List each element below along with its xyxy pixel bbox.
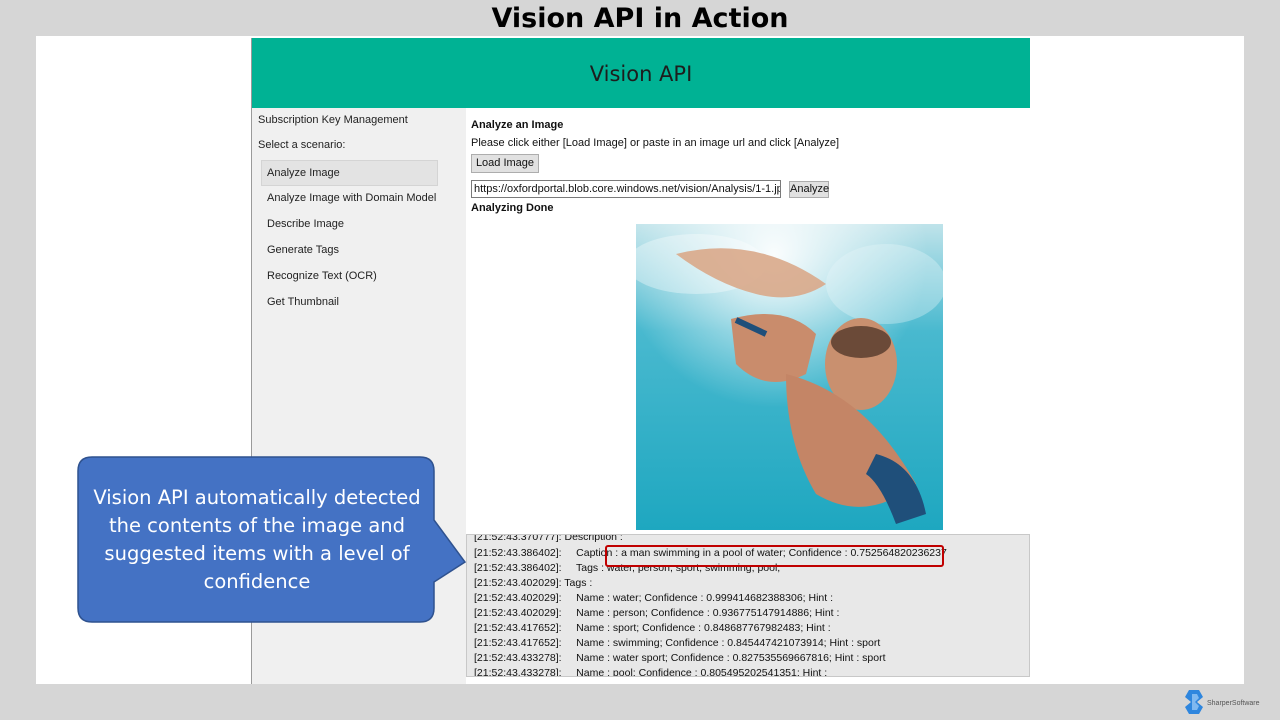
log-line: [21:52:43.370777]: Description : [474,534,623,543]
caption-highlight [605,545,944,567]
image-url-input[interactable]: https://oxfordportal.blob.core.windows.n… [471,180,781,198]
log-line: [21:52:43.433278]: Name : pool; Confiden… [474,667,828,677]
callout-text: Vision API automatically detected the co… [93,486,421,593]
log-line: [21:52:43.417652]: Name : swimming; Conf… [474,637,881,649]
nav-item-describe-image[interactable]: Describe Image [262,212,437,236]
nav-item-analyze-image[interactable]: Analyze Image [261,160,438,186]
select-scenario-label: Select a scenario: [258,139,346,151]
sidebar: Subscription Key Management Select a sce… [252,108,466,684]
nav-item-recognize-text[interactable]: Recognize Text (OCR) [262,264,437,288]
app-header: Vision API [252,38,1030,108]
slide-title: Vision API in Action [491,3,789,34]
nav-item-get-thumbnail[interactable]: Get Thumbnail [262,290,437,314]
nav-item-analyze-domain-model[interactable]: Analyze Image with Domain Model [262,186,437,210]
subscription-key-link[interactable]: Subscription Key Management [258,114,408,126]
logo-text: SharperSoftware [1207,700,1260,707]
load-image-button[interactable]: Load Image [471,154,539,173]
nav-item-generate-tags[interactable]: Generate Tags [262,238,437,262]
section-title: Analyze an Image [471,119,564,131]
instructions-text: Please click either [Load Image] or past… [471,137,840,149]
status-text: Analyzing Done [471,202,554,214]
analyze-button[interactable]: Analyze [789,181,829,198]
log-line: [21:52:43.402029]: Tags : [474,577,593,589]
log-line: [21:52:43.417652]: Name : sport; Confide… [474,622,831,634]
log-line: [21:52:43.402029]: Name : person; Confid… [474,607,840,619]
log-line: [21:52:43.402029]: Name : water; Confide… [474,592,833,604]
analyzed-image [636,224,943,530]
main-panel: Analyze an Image Please click either [Lo… [466,108,1030,684]
log-line: [21:52:43.433278]: Name : water sport; C… [474,652,886,664]
